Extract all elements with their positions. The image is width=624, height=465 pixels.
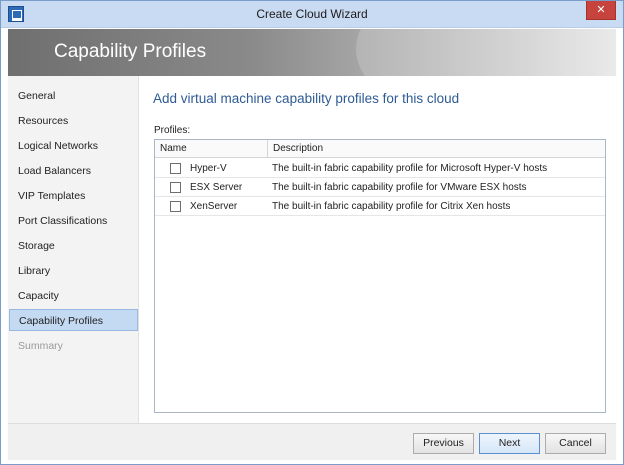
- sidebar-item-capability-profiles[interactable]: Capability Profiles: [9, 309, 138, 331]
- table-row[interactable]: ESX Server The built-in fabric capabilit…: [155, 178, 605, 197]
- close-button[interactable]: ✕: [586, 1, 616, 20]
- title-bar[interactable]: Create Cloud Wizard ✕: [1, 1, 623, 28]
- wizard-window: Create Cloud Wizard ✕ Capability Profile…: [0, 0, 624, 465]
- page-heading: Add virtual machine capability profiles …: [153, 91, 460, 106]
- sidebar-item-general[interactable]: General: [9, 85, 138, 107]
- sidebar-item-capacity[interactable]: Capacity: [9, 285, 138, 307]
- profile-description: The built-in fabric capability profile f…: [272, 163, 548, 174]
- previous-button[interactable]: Previous: [413, 433, 474, 454]
- profile-name: XenServer: [190, 201, 238, 212]
- page-banner: Capability Profiles: [8, 29, 616, 76]
- wizard-step-sidebar: General Resources Logical Networks Load …: [8, 76, 139, 423]
- profile-description: The built-in fabric capability profile f…: [272, 182, 527, 193]
- table-header: Name Description: [155, 140, 605, 158]
- sidebar-item-storage[interactable]: Storage: [9, 235, 138, 257]
- sidebar-item-port-classifications[interactable]: Port Classifications: [9, 210, 138, 232]
- window-title: Create Cloud Wizard: [256, 7, 368, 21]
- sidebar-item-vip-templates[interactable]: VIP Templates: [9, 185, 138, 207]
- sidebar-item-logical-networks[interactable]: Logical Networks: [9, 135, 138, 157]
- profile-name: Hyper-V: [190, 163, 227, 174]
- banner-title: Capability Profiles: [54, 41, 207, 62]
- profile-checkbox-hyper-v[interactable]: [170, 163, 181, 174]
- profiles-label: Profiles:: [154, 125, 191, 136]
- sidebar-item-summary: Summary: [18, 340, 63, 352]
- sidebar-item-library[interactable]: Library: [9, 260, 138, 282]
- profile-checkbox-esx-server[interactable]: [170, 182, 181, 193]
- profiles-table: Name Description Hyper-V The built-in fa…: [154, 139, 606, 413]
- sidebar-item-resources[interactable]: Resources: [9, 110, 138, 132]
- column-header-name[interactable]: Name: [155, 140, 268, 158]
- table-row[interactable]: XenServer The built-in fabric capability…: [155, 197, 605, 216]
- profile-checkbox-xenserver[interactable]: [170, 201, 181, 212]
- next-button[interactable]: Next: [479, 433, 540, 454]
- table-row[interactable]: Hyper-V The built-in fabric capability p…: [155, 159, 605, 178]
- profile-name: ESX Server: [190, 182, 243, 193]
- column-header-description[interactable]: Description: [268, 140, 605, 158]
- cancel-button[interactable]: Cancel: [545, 433, 606, 454]
- profile-description: The built-in fabric capability profile f…: [272, 201, 511, 212]
- sidebar-item-load-balancers[interactable]: Load Balancers: [9, 160, 138, 182]
